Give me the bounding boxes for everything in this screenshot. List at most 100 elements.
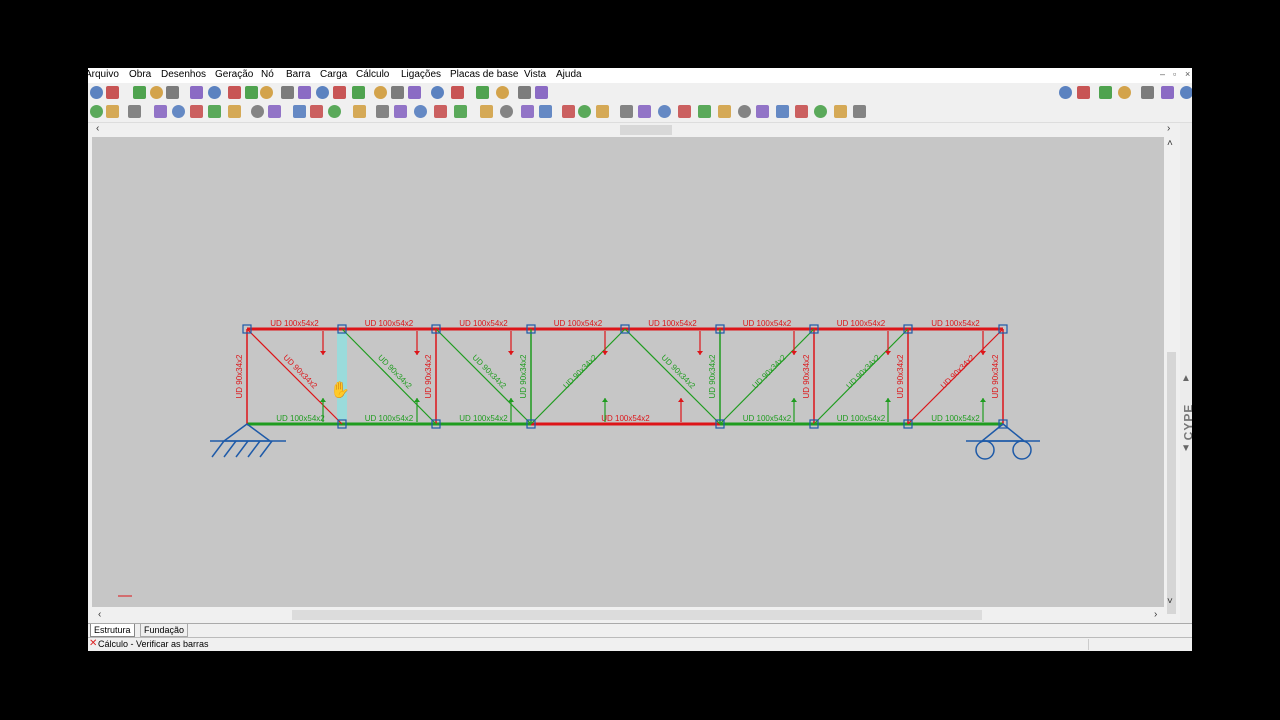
horizontal-scroll-thumb[interactable] [292, 610, 982, 620]
toolbar-button[interactable] [150, 86, 163, 99]
toolbar-button[interactable] [394, 105, 407, 118]
scroll-left-icon[interactable]: ‹ [98, 610, 101, 620]
tab-fundacao[interactable]: Fundação [140, 624, 189, 637]
load-arrow-up[interactable] [414, 398, 420, 422]
load-arrow-down[interactable] [602, 331, 608, 355]
toolbar-button[interactable] [228, 86, 241, 99]
toolbar-button[interactable] [578, 105, 591, 118]
toolbar-button[interactable] [376, 105, 389, 118]
toolbar-button[interactable] [260, 86, 273, 99]
toolbar-button[interactable] [496, 86, 509, 99]
load-arrow-down[interactable] [791, 331, 797, 355]
pinned-support-hatch[interactable] [235, 440, 249, 458]
diagonal-bar[interactable] [341, 328, 437, 425]
scroll-left-arrow-icon[interactable]: ‹ [96, 124, 99, 134]
pinned-support-hatch[interactable] [259, 440, 273, 458]
toolbar-button[interactable] [208, 105, 221, 118]
toolbar-button[interactable] [1141, 86, 1154, 99]
scroll-right-arrow-icon[interactable]: › [1167, 124, 1170, 134]
toolbar-button[interactable] [698, 105, 711, 118]
toolbar-button[interactable] [853, 105, 866, 118]
toolbar-button[interactable] [190, 105, 203, 118]
toolbar-button[interactable] [678, 105, 691, 118]
load-arrow-up[interactable] [678, 398, 684, 422]
menu-desenhos[interactable]: Desenhos [161, 69, 206, 80]
load-arrow-up[interactable] [980, 398, 986, 422]
menu-arquivo[interactable]: Arquivo [88, 69, 119, 80]
toolbar-button[interactable] [658, 105, 671, 118]
toolbar-button[interactable] [535, 86, 548, 99]
toolbar-button[interactable] [353, 105, 366, 118]
toolbar-button[interactable] [1077, 86, 1090, 99]
toolbar-button[interactable] [414, 105, 427, 118]
toolbar-button[interactable] [90, 86, 103, 99]
pinned-support-icon[interactable] [221, 423, 273, 442]
scroll-up-arrow-icon[interactable]: ˄ [1167, 139, 1173, 149]
diagonal-bar[interactable] [246, 328, 343, 425]
diagonal-bar[interactable] [435, 328, 532, 425]
toolbar-button[interactable] [454, 105, 467, 118]
toolbar-button[interactable] [1180, 86, 1192, 99]
pinned-support-hatch[interactable] [223, 440, 237, 458]
toolbar-button[interactable] [190, 86, 203, 99]
toolbar-button[interactable] [480, 105, 493, 118]
toolbar-button[interactable] [638, 105, 651, 118]
toolbar-button[interactable] [154, 105, 167, 118]
load-arrow-down[interactable] [697, 331, 703, 355]
menu-barra[interactable]: Barra [286, 69, 310, 80]
toolbar-button[interactable] [251, 105, 264, 118]
pinned-support-hatch[interactable] [211, 440, 225, 458]
toolbar-button[interactable] [352, 86, 365, 99]
scroll-down-arrow-icon[interactable]: ˅ [1167, 597, 1173, 607]
toolbar-button[interactable] [328, 105, 341, 118]
toolbar-button[interactable] [293, 105, 306, 118]
load-arrow-down[interactable] [980, 331, 986, 355]
toolbar-button[interactable] [500, 105, 513, 118]
hand-cursor-icon[interactable]: ✋ [330, 380, 350, 399]
view-header-thumb[interactable] [620, 125, 672, 135]
toolbar-button[interactable] [718, 105, 731, 118]
menu-calculo[interactable]: Cálculo [356, 69, 389, 80]
toolbar-button[interactable] [374, 86, 387, 99]
toolbar-button[interactable] [776, 105, 789, 118]
toolbar-button[interactable] [408, 86, 421, 99]
toolbar-button[interactable] [834, 105, 847, 118]
truss-drawing[interactable]: UD 100x54x2 UD 100x54x2 UD 100x54x2 UD 100x… [92, 137, 1164, 607]
menu-no[interactable]: Nó [261, 69, 274, 80]
toolbar-button[interactable] [333, 86, 346, 99]
toolbar-button[interactable] [476, 86, 489, 99]
menu-obra[interactable]: Obra [129, 69, 151, 80]
toolbar-button[interactable] [106, 86, 119, 99]
selected-bar-highlight[interactable] [337, 333, 347, 420]
load-arrow-down[interactable] [414, 331, 420, 355]
toolbar-button[interactable] [391, 86, 404, 99]
menu-ligacoes[interactable]: Ligações [401, 69, 441, 80]
toolbar-button[interactable] [620, 105, 633, 118]
load-arrow-up[interactable] [791, 398, 797, 422]
menu-vista[interactable]: Vista [524, 69, 546, 80]
toolbar-button[interactable] [518, 86, 531, 99]
toolbar-button[interactable] [738, 105, 751, 118]
menu-carga[interactable]: Carga [320, 69, 347, 80]
toolbar-button[interactable] [90, 105, 103, 118]
toolbar-button[interactable] [431, 86, 444, 99]
toolbar-button[interactable] [208, 86, 221, 99]
toolbar-button[interactable] [1099, 86, 1112, 99]
toolbar-button[interactable] [539, 105, 552, 118]
diagonal-bar[interactable] [624, 328, 721, 425]
restore-button[interactable]: ▫ [1173, 69, 1176, 79]
roller-wheel-right[interactable] [1012, 440, 1032, 460]
toolbar-button[interactable] [268, 105, 281, 118]
toolbar-button[interactable] [1161, 86, 1174, 99]
toolbar-button[interactable] [596, 105, 609, 118]
toolbar-button[interactable] [1118, 86, 1131, 99]
cype-side-label[interactable]: ▲ CYPE ▼ [1180, 373, 1192, 463]
vertical-scroll-thumb[interactable] [1167, 352, 1176, 614]
toolbar-button[interactable] [434, 105, 447, 118]
toolbar-button[interactable] [521, 105, 534, 118]
toolbar-button[interactable] [172, 105, 185, 118]
menu-placas-de-base[interactable]: Placas de base [450, 69, 518, 80]
pinned-support-hatch[interactable] [247, 440, 261, 458]
toolbar-button[interactable] [128, 105, 141, 118]
menu-geracao[interactable]: Geração [215, 69, 253, 80]
